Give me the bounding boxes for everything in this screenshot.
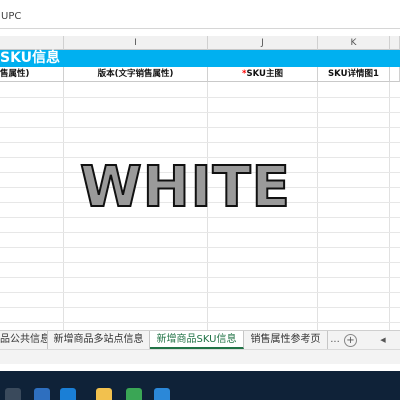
taskbar-app-icon[interactable] — [34, 388, 50, 400]
tab-multisite-info[interactable]: 新增商品多站点信息 — [48, 331, 150, 349]
grid-row-line — [0, 322, 400, 323]
grid-row-line — [0, 277, 400, 278]
grid-row-line — [0, 262, 400, 263]
grid-row-line — [0, 97, 400, 98]
column-header-l[interactable] — [390, 36, 400, 50]
taskbar-app-icon[interactable] — [154, 388, 170, 400]
header-text: 售属性) — [0, 69, 30, 79]
scroll-left-icon[interactable]: ◀ — [376, 333, 390, 347]
more-tabs-button[interactable]: ... — [328, 333, 342, 347]
column-header-h[interactable] — [0, 36, 64, 50]
header-text: 版本(文字销售属性) — [97, 69, 174, 79]
grid-row-line — [0, 142, 400, 143]
tab-sku-info[interactable]: 新增商品SKU信息 — [150, 331, 244, 349]
watermark: WHITE — [79, 155, 291, 220]
add-sheet-button[interactable]: + — [344, 334, 357, 347]
column-header-k[interactable]: K — [318, 36, 390, 50]
grid-row-line — [0, 112, 400, 113]
header-cell-version[interactable]: 版本(文字销售属性) — [64, 67, 208, 82]
formula-content[interactable]: UPC — [1, 11, 21, 22]
header-cell-sku-main-image[interactable]: *SKU主图 — [208, 67, 318, 82]
grid-row-line — [0, 247, 400, 248]
grid-row-line — [0, 292, 400, 293]
column-header-i[interactable]: I — [64, 36, 208, 50]
taskbar-app-icon[interactable] — [60, 388, 76, 400]
tab-common-info[interactable]: 品公共信息 — [0, 331, 48, 349]
formula-bar[interactable]: UPC — [0, 8, 400, 29]
status-bar — [0, 349, 400, 364]
grid-row-line — [0, 127, 400, 128]
section-title-row[interactable]: SKU信息 — [0, 50, 400, 67]
header-cell-sku-detail-image[interactable]: SKU详情图1 — [318, 67, 390, 82]
grid-row-line — [0, 307, 400, 308]
taskbar-app-icon[interactable] — [126, 388, 142, 400]
spreadsheet-grid[interactable]: I J K SKU信息 售属性) 版本(文字销售属性) *SKU主图 SKU详情… — [0, 36, 400, 330]
grid-row-line — [0, 232, 400, 233]
taskbar-app-icon[interactable] — [96, 388, 112, 400]
header-text: SKU主图 — [246, 69, 283, 79]
taskbar — [0, 371, 400, 400]
taskbar-app-icon[interactable] — [5, 388, 21, 400]
column-header-j[interactable]: J — [208, 36, 318, 50]
header-text: SKU详情图1 — [328, 69, 379, 79]
tab-sales-attribute-ref[interactable]: 销售属性参考页 — [244, 331, 328, 349]
header-cell-sales-attribute[interactable]: 售属性) — [0, 67, 64, 82]
section-title: SKU信息 — [0, 50, 61, 66]
header-cell-next[interactable] — [390, 67, 400, 82]
sheet-tab-bar: 品公共信息 新增商品多站点信息 新增商品SKU信息 销售属性参考页 ... + … — [0, 330, 400, 349]
